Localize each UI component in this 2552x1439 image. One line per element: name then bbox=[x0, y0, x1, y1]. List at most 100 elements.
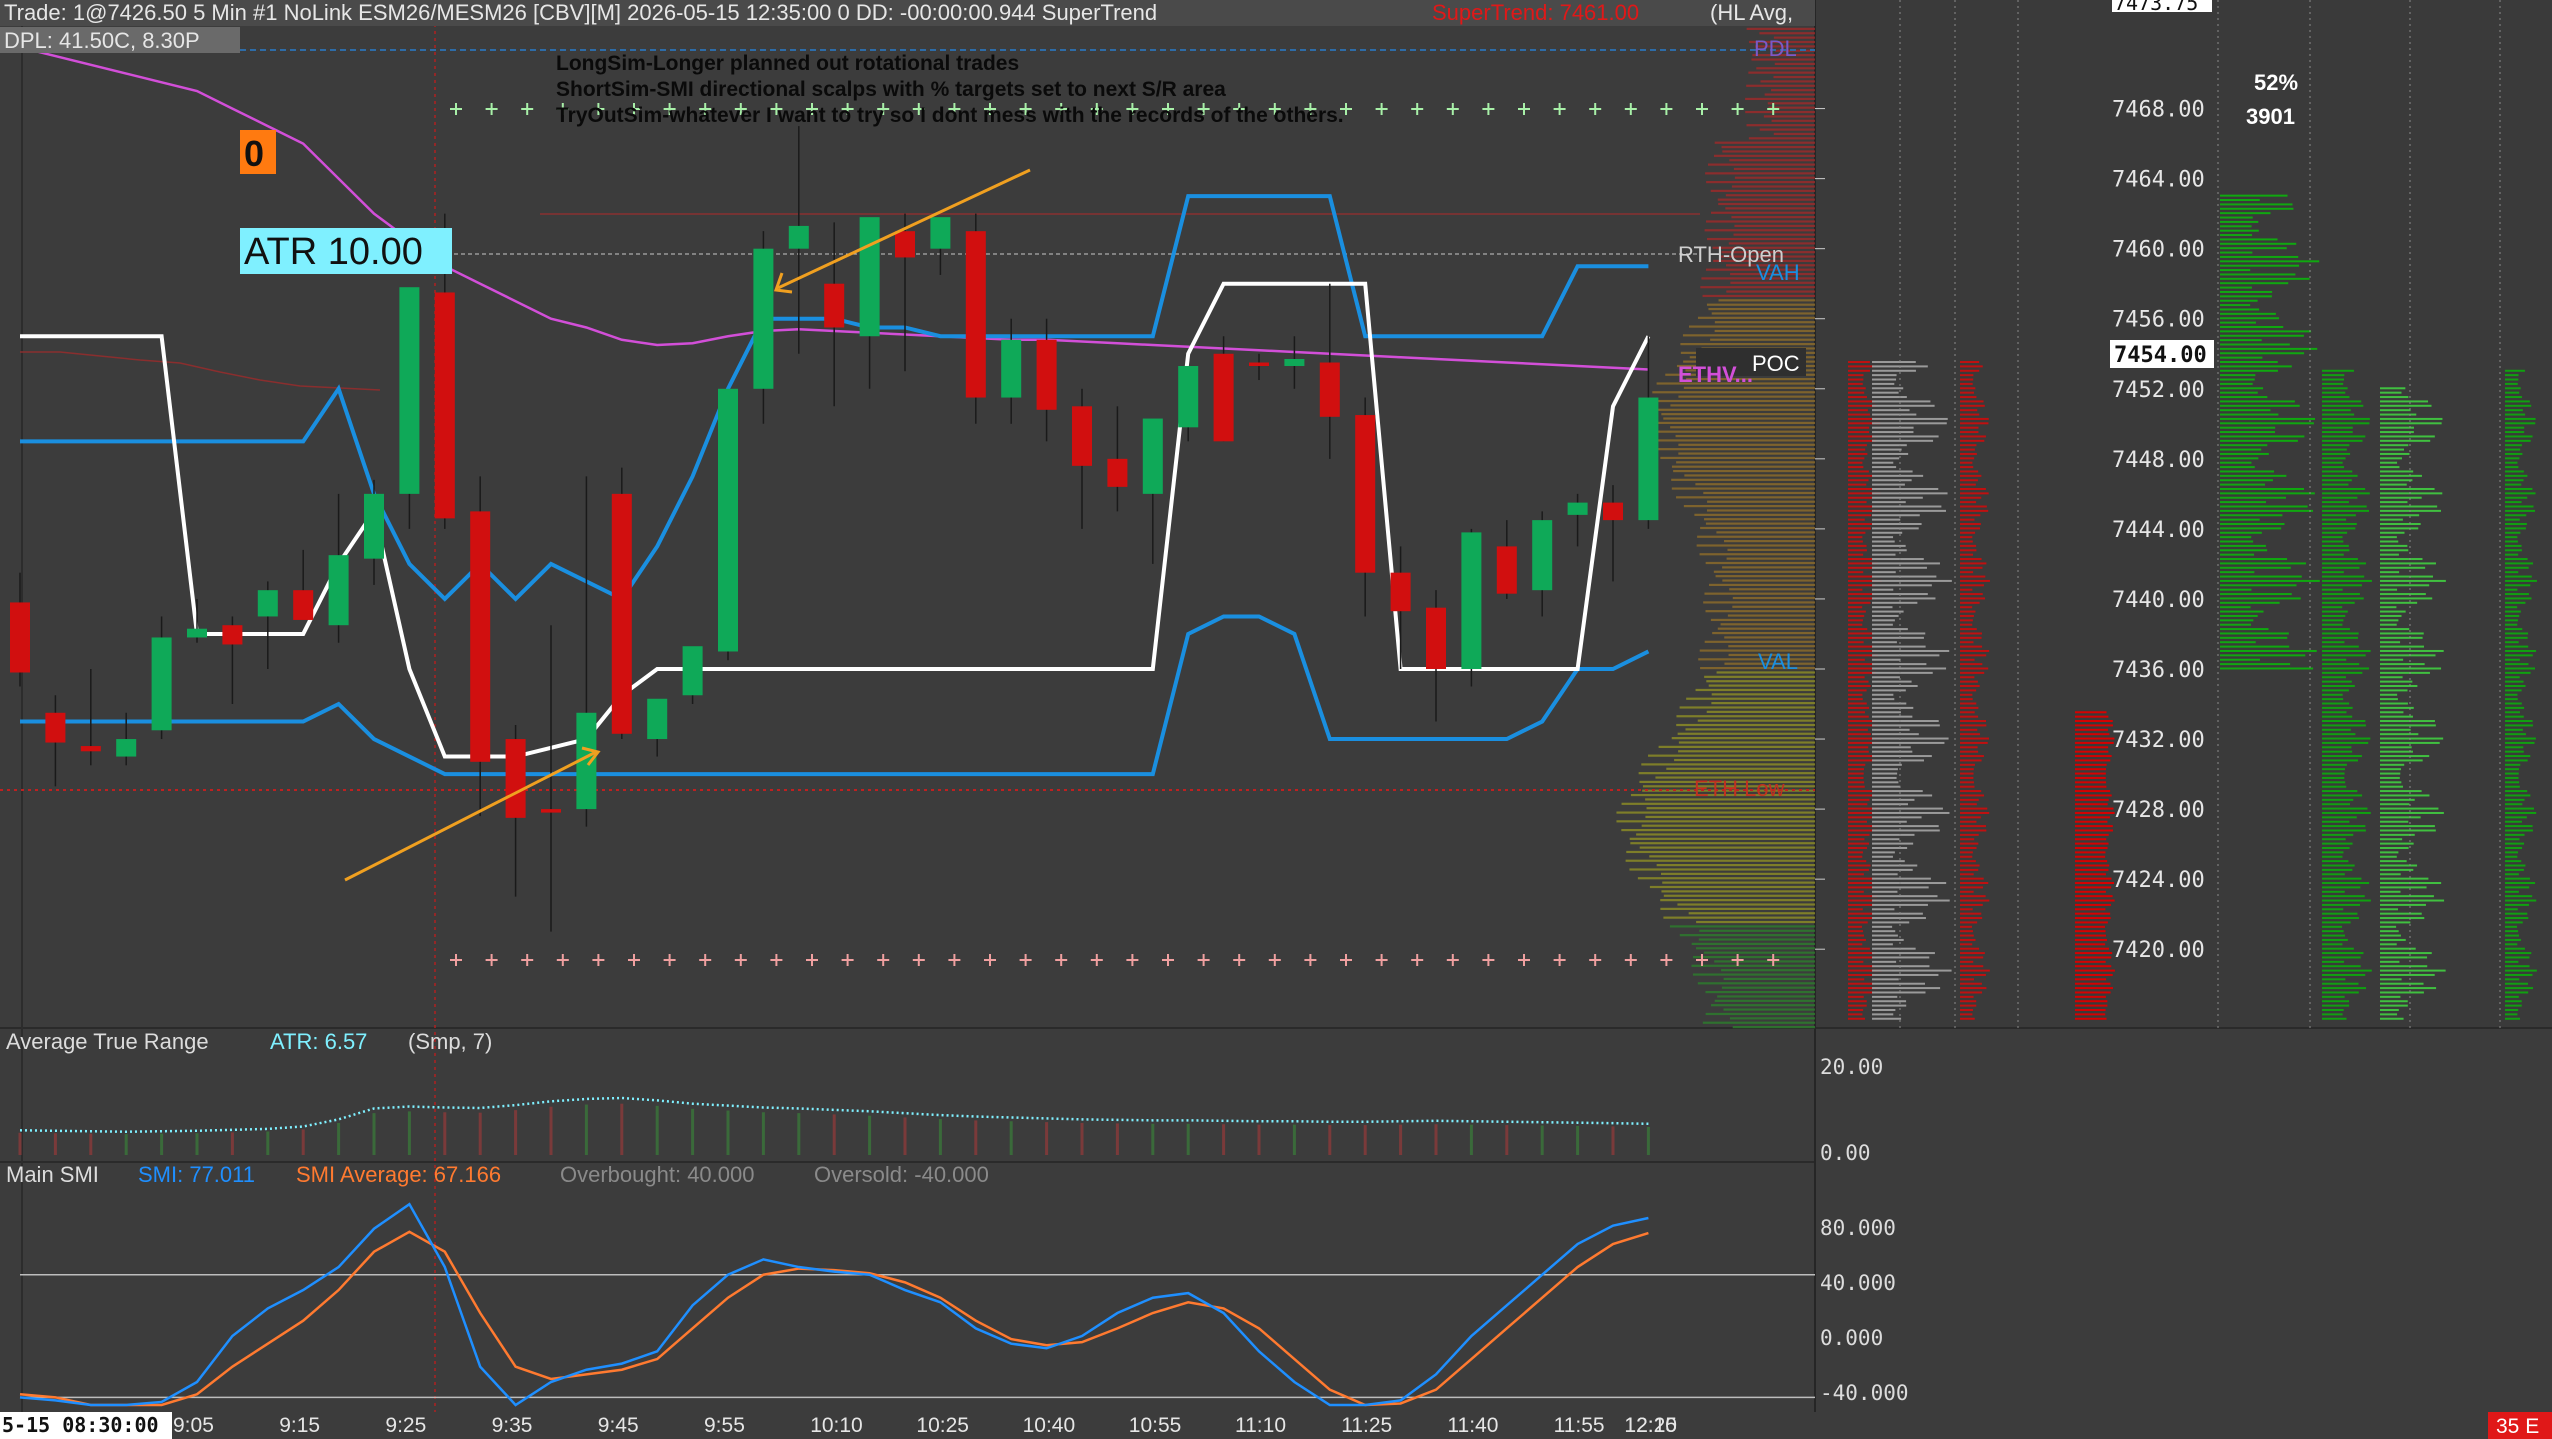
ladder-volume-bar bbox=[1872, 689, 1906, 692]
ladder-buy-bar bbox=[2220, 632, 2289, 635]
ladder-buy-bar bbox=[2505, 965, 2530, 968]
candle-body bbox=[1001, 339, 1022, 398]
ladder-buy-bar bbox=[2505, 724, 2533, 727]
ladder-volume-bar bbox=[1872, 632, 1926, 635]
ladder-buy-bar bbox=[2322, 1013, 2343, 1016]
ladder-buy-bar bbox=[2380, 448, 2405, 451]
ladder-volume-bar bbox=[1872, 820, 1907, 823]
time-tick-label: 11:25 bbox=[1341, 1414, 1392, 1437]
volume-profile-bar bbox=[1696, 920, 1815, 924]
volume-profile-bar bbox=[1660, 907, 1815, 910]
volume-profile-bar bbox=[1726, 557, 1815, 560]
ladder-buy-bar bbox=[2220, 518, 2260, 521]
ladder-buy-bar bbox=[2380, 444, 2409, 447]
ladder-buy-bar bbox=[2220, 470, 2275, 473]
ladder-buy-bar bbox=[2322, 584, 2362, 587]
ladder-volume-bar bbox=[1872, 404, 1935, 407]
ladder-buy-bar bbox=[2380, 728, 2411, 731]
ladder-buy-bar bbox=[2505, 947, 2525, 950]
ladder-sell-bar bbox=[1960, 973, 1986, 976]
ladder-sell-bar bbox=[2075, 890, 2106, 893]
ladder-buy-bar bbox=[2220, 334, 2304, 337]
candle-body bbox=[965, 231, 986, 398]
ladder-buy-bar bbox=[2220, 579, 2320, 582]
ladder-buy-bar bbox=[2380, 987, 2437, 990]
ladder-sell-bar bbox=[1960, 995, 1974, 998]
ladder-buy-bar bbox=[2505, 601, 2526, 604]
ladder-buy-bar bbox=[2505, 803, 2523, 806]
volume-profile-bar bbox=[1708, 684, 1815, 687]
ladder-buy-bar bbox=[2220, 505, 2308, 508]
ladder-buy-bar bbox=[2220, 321, 2256, 324]
ladder-buy-bar bbox=[2380, 706, 2414, 709]
ladder-buy-bar bbox=[2322, 917, 2359, 920]
volume-profile-bar bbox=[1697, 719, 1815, 722]
volume-profile-bar bbox=[1683, 386, 1815, 389]
time-tick-label: 9:35 bbox=[492, 1414, 533, 1437]
ladder-buy-bar bbox=[2505, 693, 2518, 696]
volume-profile-bar bbox=[1671, 737, 1815, 740]
ladder-volume-bar bbox=[1872, 658, 1901, 661]
ladder-buy-bar bbox=[2322, 890, 2345, 893]
ladder-buy-bar bbox=[2322, 820, 2350, 823]
ladder-buy-bar bbox=[2505, 868, 2524, 871]
volume-profile-bar bbox=[1678, 395, 1815, 398]
ladder-buy-bar bbox=[2220, 264, 2300, 267]
candle-body bbox=[1496, 546, 1517, 594]
price-tick-label: 7468.00 bbox=[2112, 98, 2205, 123]
ladder-volume-bar bbox=[1872, 868, 1913, 871]
ladder-sell-bar bbox=[2075, 741, 2114, 744]
ladder-buy-bar bbox=[2505, 895, 2533, 898]
ladder-buy-bar bbox=[2220, 584, 2297, 587]
ladder-buy-bar bbox=[2380, 842, 2414, 845]
ladder-sell-bar bbox=[1960, 960, 1974, 963]
volume-profile-bar bbox=[1675, 434, 1815, 438]
volume-profile-bar bbox=[1717, 198, 1815, 201]
volume-profile-bar bbox=[1678, 452, 1815, 455]
ladder-sell-bar bbox=[1848, 750, 1869, 753]
candle-body bbox=[434, 292, 455, 519]
ladder-buy-bar bbox=[2380, 584, 2430, 587]
ladder-sell-bar bbox=[1960, 593, 1983, 596]
ladder-sell-bar bbox=[2075, 816, 2110, 819]
ladder-sell-bar bbox=[1960, 772, 1974, 775]
ladder-sell-bar bbox=[1848, 378, 1864, 381]
ladder-buy-bar bbox=[2220, 203, 2293, 206]
candle-body bbox=[399, 287, 420, 494]
volume-profile-bar bbox=[1732, 596, 1815, 600]
ladder-sell-bar bbox=[1960, 470, 1979, 473]
ladder-buy-bar bbox=[2322, 387, 2348, 390]
ladder-buy-bar bbox=[2505, 1008, 2519, 1011]
volume-profile-bar bbox=[1711, 702, 1815, 705]
ladder-buy-bar bbox=[2505, 820, 2522, 823]
volume-profile-bar bbox=[1696, 544, 1815, 547]
note-line-3: TryOutSim-whatever I want to try so I do… bbox=[556, 104, 1344, 127]
ladder-sell-bar bbox=[1848, 391, 1865, 394]
smi-avg-label: SMI Average: 67.166 bbox=[296, 1162, 501, 1187]
volume-profile-bar bbox=[1731, 216, 1815, 219]
ladder-buy-bar bbox=[2505, 619, 2518, 622]
ladder-buy-bar bbox=[2380, 956, 2428, 959]
ladder-buy-bar bbox=[2505, 470, 2524, 473]
ladder-buy-bar bbox=[2380, 527, 2419, 530]
ladder-buy-bar bbox=[2505, 593, 2529, 596]
ladder-buy-bar bbox=[2505, 606, 2518, 609]
volume-profile-bar bbox=[1616, 811, 1815, 814]
ladder-buy-bar bbox=[2380, 820, 2409, 823]
ladder-volume-bar bbox=[1872, 912, 1923, 915]
candle-body bbox=[1036, 339, 1057, 410]
ladder-buy-bar bbox=[2220, 247, 2287, 250]
ladder-buy-bar bbox=[2505, 838, 2520, 841]
ladder-buy-bar bbox=[2380, 995, 2401, 998]
ladder-sell-bar bbox=[1960, 790, 1982, 793]
ladder-buy-bar bbox=[2380, 610, 2406, 613]
volume-profile-bar bbox=[1641, 824, 1815, 827]
trading-chart[interactable]: PDL RTH-Open VAH POC ETHV... VAL ETH Low… bbox=[0, 0, 2552, 1439]
ladder-sell-bar bbox=[2075, 711, 2107, 714]
time-tick-label: 9:05 bbox=[173, 1414, 214, 1437]
current-price-label: 7454.00 bbox=[2114, 343, 2207, 368]
ladder-volume-bar bbox=[1872, 579, 1952, 582]
ladder-sell-bar bbox=[1960, 794, 1985, 797]
ladder-volume-bar bbox=[1872, 965, 1930, 968]
ladder-buy-bar bbox=[2505, 466, 2519, 469]
